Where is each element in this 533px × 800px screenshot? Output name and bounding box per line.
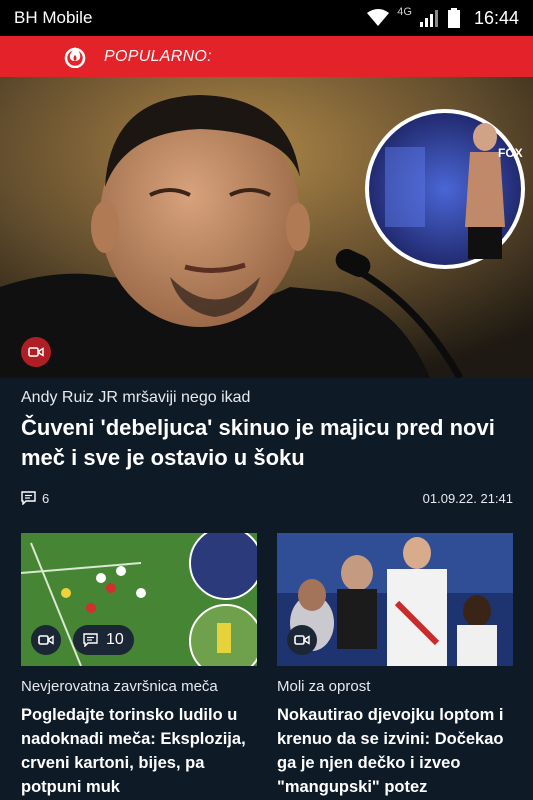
hero-image[interactable]: FOX bbox=[0, 77, 533, 378]
video-icon bbox=[38, 635, 54, 645]
status-icons: 4G 16:44 bbox=[367, 6, 519, 29]
hero-comment-count[interactable]: 6 bbox=[42, 491, 49, 506]
card-image[interactable] bbox=[277, 533, 513, 666]
fire-icon bbox=[64, 47, 86, 68]
video-icon bbox=[294, 635, 310, 645]
video-icon bbox=[28, 347, 44, 357]
card-kicker[interactable]: Nevjerovatna završnica meča bbox=[21, 678, 257, 695]
status-bar: BH Mobile 4G 16:44 bbox=[0, 0, 533, 36]
video-badge bbox=[31, 625, 61, 655]
video-badge bbox=[21, 337, 51, 367]
wifi-icon bbox=[367, 9, 390, 26]
hero-date: 01.09.22. 21:41 bbox=[422, 490, 513, 506]
svg-text:FOX: FOX bbox=[498, 146, 523, 160]
card-comment-count: 10 bbox=[106, 631, 124, 648]
card-title[interactable]: Pogledajte torinsko ludilo u nadoknadi m… bbox=[21, 703, 257, 799]
carrier-name: BH Mobile bbox=[14, 8, 93, 27]
hero-meta: 6 01.09.22. 21:41 bbox=[21, 488, 513, 508]
battery-icon bbox=[447, 8, 460, 28]
comment-icon bbox=[21, 491, 36, 505]
clock: 16:44 bbox=[473, 7, 519, 28]
popular-label: POPULARNO: bbox=[104, 47, 212, 65]
article-card[interactable]: 10 Nevjerovatna završnica meča Pogledajt… bbox=[21, 533, 257, 799]
hero-title[interactable]: Čuveni 'debeljuca' skinuo je majicu pred… bbox=[21, 413, 511, 473]
card-title[interactable]: Nokautirao djevojku loptom i krenuo da s… bbox=[277, 703, 513, 799]
card-image[interactable]: 10 bbox=[21, 533, 257, 666]
network-type: 4G bbox=[397, 6, 412, 18]
comment-pill[interactable]: 10 bbox=[73, 625, 134, 655]
hero-photo: FOX bbox=[0, 77, 533, 378]
hero-kicker[interactable]: Andy Ruiz JR mršaviji nego ikad bbox=[21, 389, 250, 407]
article-card[interactable]: Moli za oprost Nokautirao djevojku lopto… bbox=[277, 533, 513, 799]
comment-icon bbox=[83, 633, 98, 647]
popular-banner[interactable]: POPULARNO: bbox=[0, 36, 533, 77]
card-kicker[interactable]: Moli za oprost bbox=[277, 678, 513, 695]
signal-icon bbox=[419, 10, 438, 27]
video-badge bbox=[287, 625, 317, 655]
